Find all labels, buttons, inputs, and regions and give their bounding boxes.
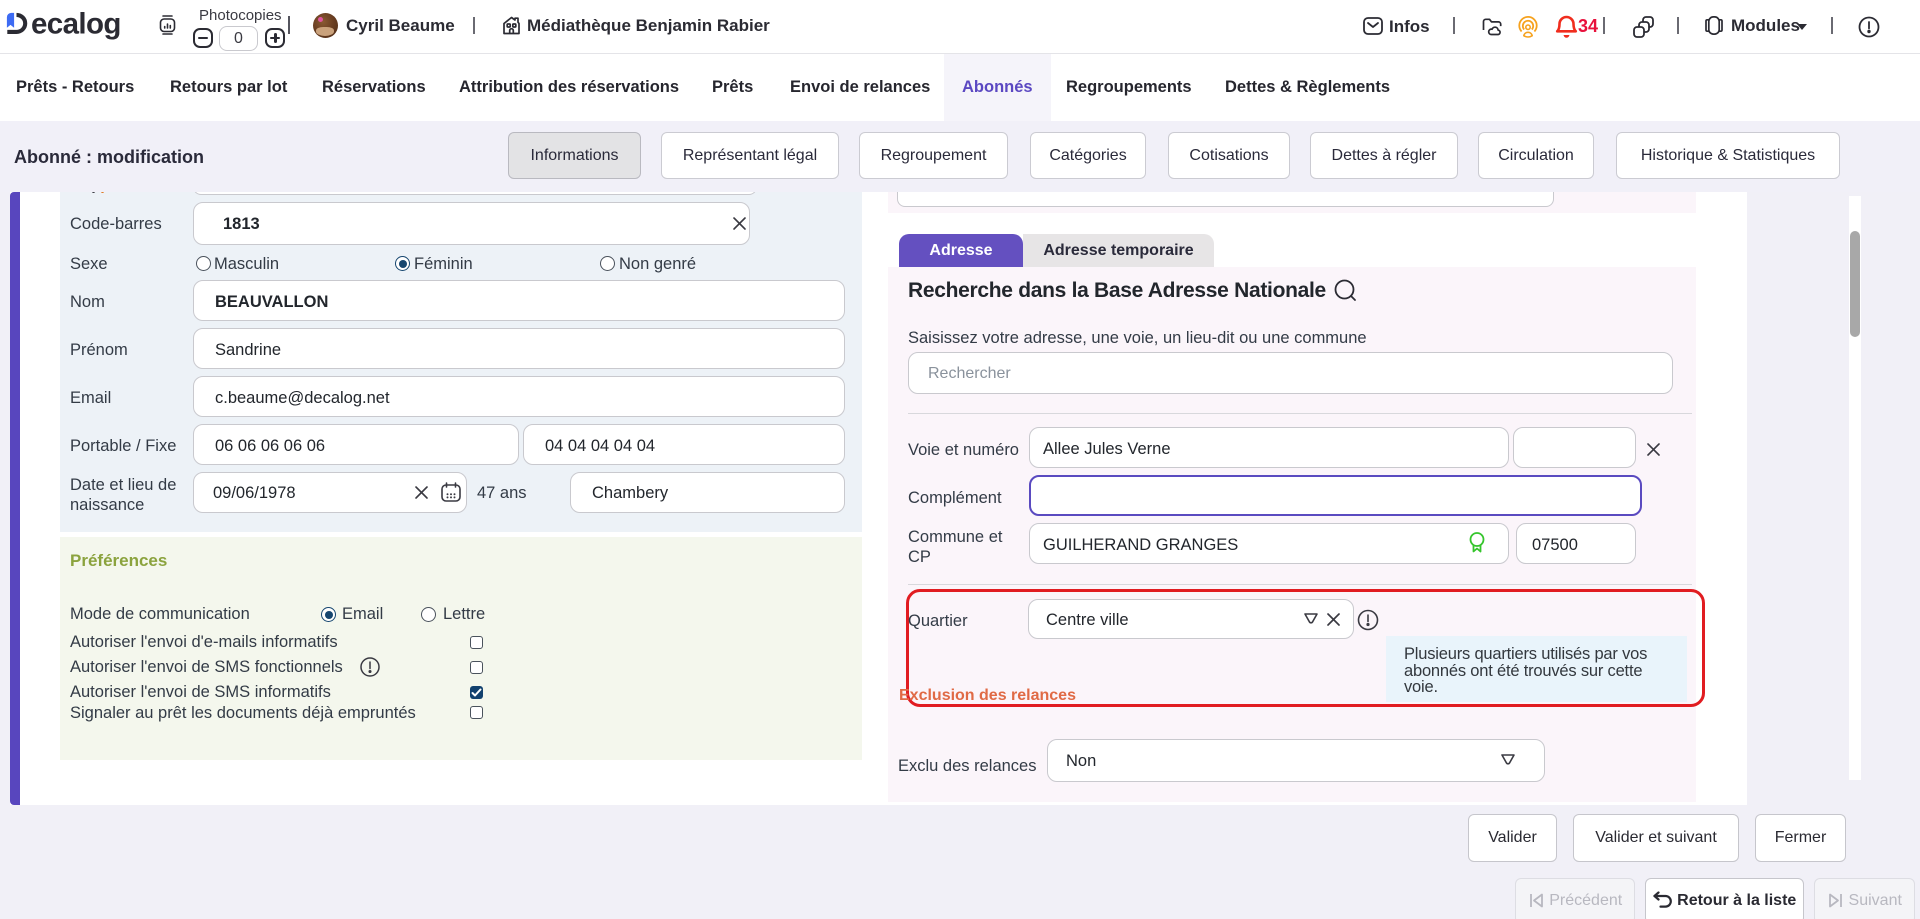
svg-text:ecalog: ecalog — [31, 8, 121, 41]
